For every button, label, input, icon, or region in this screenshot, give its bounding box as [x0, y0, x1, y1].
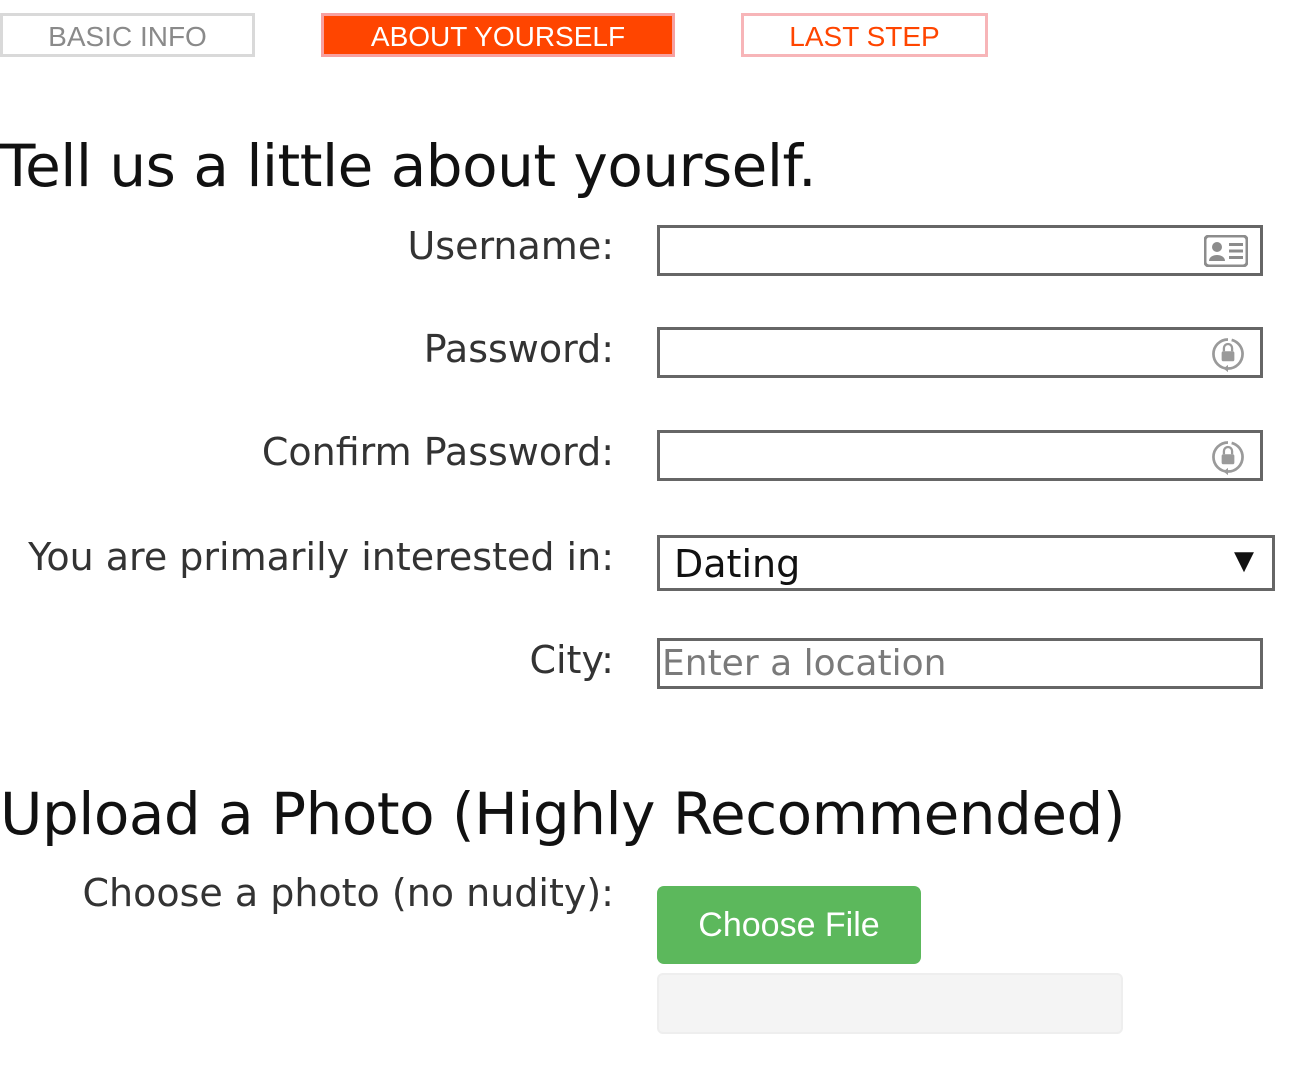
confirm-password-label: Confirm Password: [261, 430, 614, 474]
photo-heading: Upload a Photo (Highly Recommended) [0, 780, 1125, 848]
interest-select[interactable]: Dating ▼ [657, 535, 1275, 591]
choose-file-button[interactable]: Choose File [657, 886, 921, 964]
password-label: Password: [423, 327, 614, 371]
city-label: City: [529, 638, 614, 682]
city-input[interactable] [660, 641, 1260, 686]
username-field[interactable] [657, 225, 1263, 276]
contact-card-icon [1204, 235, 1248, 267]
file-name-display [657, 973, 1123, 1034]
city-field[interactable] [657, 638, 1263, 689]
username-label: Username: [407, 224, 614, 268]
password-input[interactable] [660, 330, 1260, 375]
triangle-down-icon: ▼ [1234, 546, 1254, 576]
photo-label: Choose a photo (no nudity): [82, 871, 614, 915]
confirm-password-input[interactable] [660, 433, 1260, 478]
step-last-step[interactable]: LAST STEP [741, 13, 988, 57]
step-basic-info[interactable]: BASIC INFO [0, 13, 255, 57]
username-input[interactable] [660, 228, 1260, 273]
about-heading: Tell us a little about yourself. [0, 132, 817, 200]
signup-form-page: BASIC INFO ABOUT YOURSELF LAST STEP Tell… [0, 0, 1290, 1071]
lock-refresh-icon [1212, 338, 1244, 373]
interest-selected-value: Dating [674, 542, 801, 586]
password-field[interactable] [657, 327, 1263, 378]
step-about-yourself[interactable]: ABOUT YOURSELF [321, 13, 675, 57]
lock-refresh-icon [1212, 441, 1244, 476]
interest-label: You are primarily interested in: [28, 535, 614, 579]
confirm-password-field[interactable] [657, 430, 1263, 481]
